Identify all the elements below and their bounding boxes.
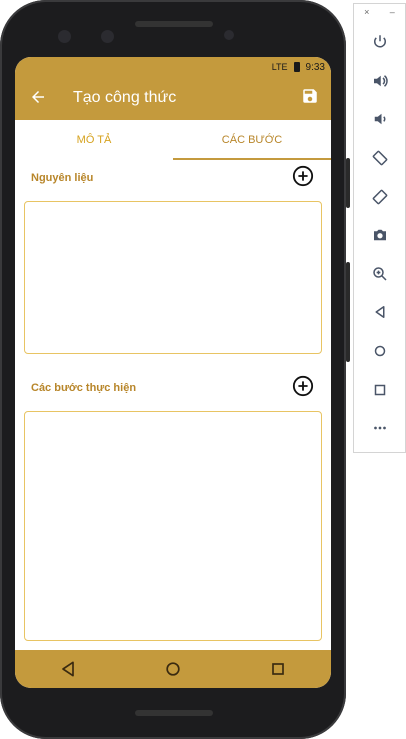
bottom-speaker — [135, 710, 213, 716]
zoom-button[interactable] — [354, 255, 405, 294]
steps-input[interactable] — [24, 411, 322, 641]
volume-down-icon — [374, 114, 385, 125]
rotate-left-icon — [372, 150, 387, 166]
emulator-home-button[interactable] — [354, 332, 405, 371]
minimize-icon[interactable]: – — [390, 7, 395, 23]
ingredients-label: Nguyên liệu — [31, 172, 94, 184]
save-icon[interactable] — [301, 87, 319, 105]
more-button[interactable] — [354, 409, 405, 448]
power-side-button[interactable] — [346, 158, 350, 208]
back-icon — [375, 306, 384, 319]
nav-back-icon[interactable] — [58, 659, 78, 679]
status-bar: LTE 9:33 — [15, 57, 331, 77]
nav-overview-icon[interactable] — [268, 659, 288, 679]
app-bar: Tạo công thức — [15, 77, 331, 120]
overview-icon — [374, 384, 385, 395]
tab-bar: MÔ TẢ CÁC BƯỚC — [15, 120, 331, 160]
phone-frame: LTE 9:33 Tạo công thức MÔ TẢ CÁC BƯỚC Ng… — [0, 0, 350, 739]
top-speaker — [135, 21, 213, 27]
add-step-icon[interactable] — [292, 375, 314, 397]
zoom-icon — [372, 267, 387, 281]
emulator-toolbar: × – — [353, 3, 406, 453]
volume-down-button[interactable] — [354, 100, 405, 139]
system-nav-bar — [15, 650, 331, 688]
tab-description[interactable]: MÔ TẢ — [15, 120, 173, 160]
rotate-left-button[interactable] — [354, 139, 405, 178]
steps-label: Các bước thực hiện — [31, 382, 137, 394]
emulator-back-button[interactable] — [354, 293, 405, 332]
proximity-sensor — [224, 30, 234, 40]
volume-up-button[interactable] — [354, 62, 405, 101]
emulator-window-controls: × – — [354, 4, 405, 23]
volume-side-button[interactable] — [346, 262, 350, 362]
status-time: 9:33 — [305, 61, 325, 73]
ingredients-header: Nguyên liệu — [15, 160, 331, 194]
screenshot-button[interactable] — [354, 216, 405, 255]
home-icon — [374, 345, 385, 357]
emulator-overview-button[interactable] — [354, 370, 405, 409]
volume-up-icon — [373, 75, 388, 87]
tab-steps[interactable]: CÁC BƯỚC — [173, 120, 331, 160]
power-icon — [373, 35, 386, 48]
battery-icon — [293, 62, 300, 72]
page-title: Tạo công thức — [73, 89, 177, 106]
back-arrow-icon[interactable] — [29, 88, 47, 106]
steps-header: Các bước thực hiện — [15, 370, 331, 404]
rotate-right-button[interactable] — [354, 177, 405, 216]
rotate-right-icon — [372, 189, 387, 205]
power-button[interactable] — [354, 23, 405, 62]
camera-icon — [373, 230, 386, 241]
front-sensor — [101, 30, 114, 43]
network-indicator: LTE — [271, 62, 288, 72]
ingredients-input[interactable] — [24, 201, 322, 354]
device-screen: LTE 9:33 Tạo công thức MÔ TẢ CÁC BƯỚC Ng… — [15, 57, 331, 688]
front-camera — [58, 30, 71, 43]
add-ingredient-icon[interactable] — [292, 165, 314, 187]
nav-home-icon[interactable] — [163, 659, 183, 679]
more-icon — [373, 426, 386, 430]
close-icon[interactable]: × — [364, 7, 369, 23]
